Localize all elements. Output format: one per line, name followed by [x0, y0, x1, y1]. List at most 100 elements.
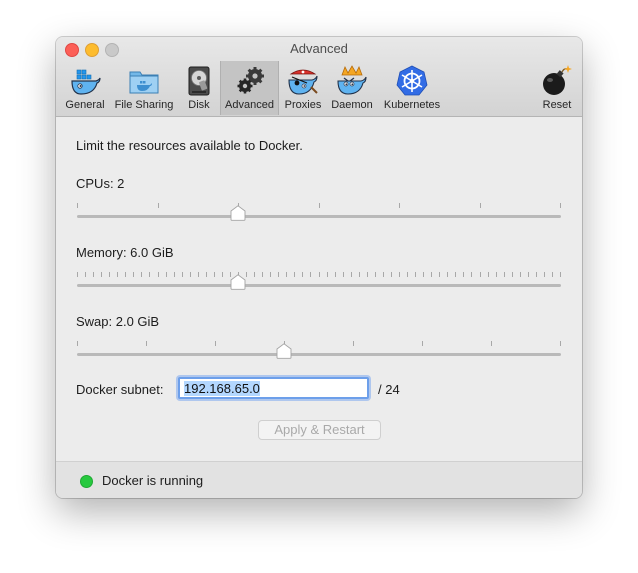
slider-tick: [407, 272, 409, 277]
slider-tick: [294, 272, 296, 277]
slider-tick: [374, 272, 376, 277]
slider-tick: [471, 272, 473, 277]
slider-tick: [366, 272, 368, 277]
slider-tick: [302, 272, 304, 277]
slider-tick: [213, 272, 215, 277]
slider-tick: [390, 272, 392, 277]
memory-slider-track: [77, 284, 561, 287]
slider-tick: [141, 272, 143, 277]
cpus-slider-track: [77, 215, 561, 218]
memory-slider-thumb[interactable]: [230, 274, 246, 290]
docker-subnet-input[interactable]: 192.168.65.0: [178, 377, 369, 399]
tab-disk-label: Disk: [188, 99, 210, 111]
tab-file-sharing[interactable]: File Sharing: [112, 61, 176, 115]
slider-tick: [535, 272, 537, 277]
slider-tick: [560, 341, 561, 346]
disk-drive-icon: [183, 65, 215, 97]
slider-tick: [447, 272, 449, 277]
tab-reset[interactable]: Reset: [534, 61, 580, 115]
slider-tick: [326, 272, 328, 277]
slider-tick: [495, 272, 497, 277]
daemon-whale-icon: [336, 65, 368, 97]
slider-tick: [181, 272, 183, 277]
window-title: Advanced: [290, 41, 348, 56]
slider-tick: [342, 272, 344, 277]
slider-tick: [479, 203, 481, 208]
docker-subnet-label: Docker subnet:: [76, 382, 164, 397]
docker-subnet-mask: / 24: [378, 382, 400, 397]
slider-tick: [93, 272, 95, 277]
tab-proxies[interactable]: Proxies: [281, 61, 325, 115]
slider-tick: [215, 341, 216, 346]
slider-tick: [353, 341, 354, 346]
slider-tick: [157, 203, 159, 208]
tab-disk[interactable]: Disk: [180, 61, 218, 115]
folder-icon: [128, 65, 160, 97]
intro-text: Limit the resources available to Docker.: [76, 138, 303, 153]
slider-tick: [543, 272, 545, 277]
tab-daemon[interactable]: Daemon: [327, 61, 377, 115]
slider-tick: [146, 341, 147, 346]
cpus-slider[interactable]: [77, 199, 561, 223]
slider-tick: [423, 272, 425, 277]
advanced-pane: Limit the resources available to Docker.…: [56, 117, 582, 460]
slider-tick: [173, 272, 175, 277]
tab-kubernetes-label: Kubernetes: [383, 99, 441, 111]
title-bar: Advanced General File Sharing Disk Advan…: [56, 37, 582, 117]
slider-tick: [149, 272, 151, 277]
status-bar: Docker is running: [56, 461, 582, 498]
slider-tick: [310, 272, 312, 277]
slider-tick: [463, 272, 465, 277]
slider-tick: [491, 341, 492, 346]
slider-tick: [560, 272, 561, 277]
tab-advanced-label: Advanced: [225, 99, 274, 111]
tab-advanced[interactable]: Advanced: [220, 61, 279, 115]
slider-tick: [109, 272, 111, 277]
slider-tick: [487, 272, 489, 277]
slider-tick: [560, 203, 561, 208]
swap-slider-thumb[interactable]: [276, 343, 292, 359]
slider-tick: [221, 272, 223, 277]
swap-slider[interactable]: [77, 337, 561, 361]
docker-whale-icon: [69, 65, 101, 97]
slider-tick: [77, 341, 78, 346]
tab-file-sharing-label: File Sharing: [114, 99, 174, 111]
slider-tick: [422, 341, 423, 346]
slider-tick: [254, 272, 256, 277]
slider-tick: [358, 272, 360, 277]
apply-restart-button[interactable]: Apply & Restart: [258, 420, 381, 440]
tab-proxies-label: Proxies: [284, 99, 322, 111]
tab-daemon-label: Daemon: [331, 99, 373, 111]
memory-slider[interactable]: [77, 268, 561, 292]
swap-slider-track: [77, 353, 561, 356]
swap-slider-ticks: [77, 341, 561, 346]
tab-general-label: General: [65, 99, 105, 111]
pirate-whale-icon: [287, 65, 319, 97]
slider-tick: [278, 272, 280, 277]
tab-kubernetes[interactable]: Kubernetes: [380, 61, 444, 115]
slider-tick: [125, 272, 127, 277]
slider-tick: [334, 272, 336, 277]
cpus-slider-ticks: [77, 203, 561, 208]
slider-tick: [519, 272, 521, 277]
tab-general[interactable]: General: [62, 61, 108, 115]
slider-tick: [157, 272, 159, 277]
slider-tick: [262, 272, 264, 277]
slider-tick: [165, 272, 167, 277]
docker-subnet-value: 192.168.65.0: [184, 381, 260, 396]
slider-tick: [197, 272, 199, 277]
swap-label: Swap: 2.0 GiB: [76, 314, 160, 329]
cpus-slider-thumb[interactable]: [230, 205, 246, 221]
status-text: Docker is running: [102, 473, 204, 488]
slider-tick: [133, 272, 135, 277]
slider-tick: [479, 272, 481, 277]
gears-icon: [234, 65, 266, 97]
slider-tick: [318, 203, 320, 208]
memory-slider-ticks: [77, 272, 561, 277]
memory-label: Memory: 6.0 GiB: [76, 245, 174, 260]
slider-tick: [318, 272, 320, 277]
slider-tick: [101, 272, 103, 277]
slider-tick: [205, 272, 207, 277]
slider-tick: [399, 272, 400, 277]
slider-tick: [439, 272, 441, 277]
